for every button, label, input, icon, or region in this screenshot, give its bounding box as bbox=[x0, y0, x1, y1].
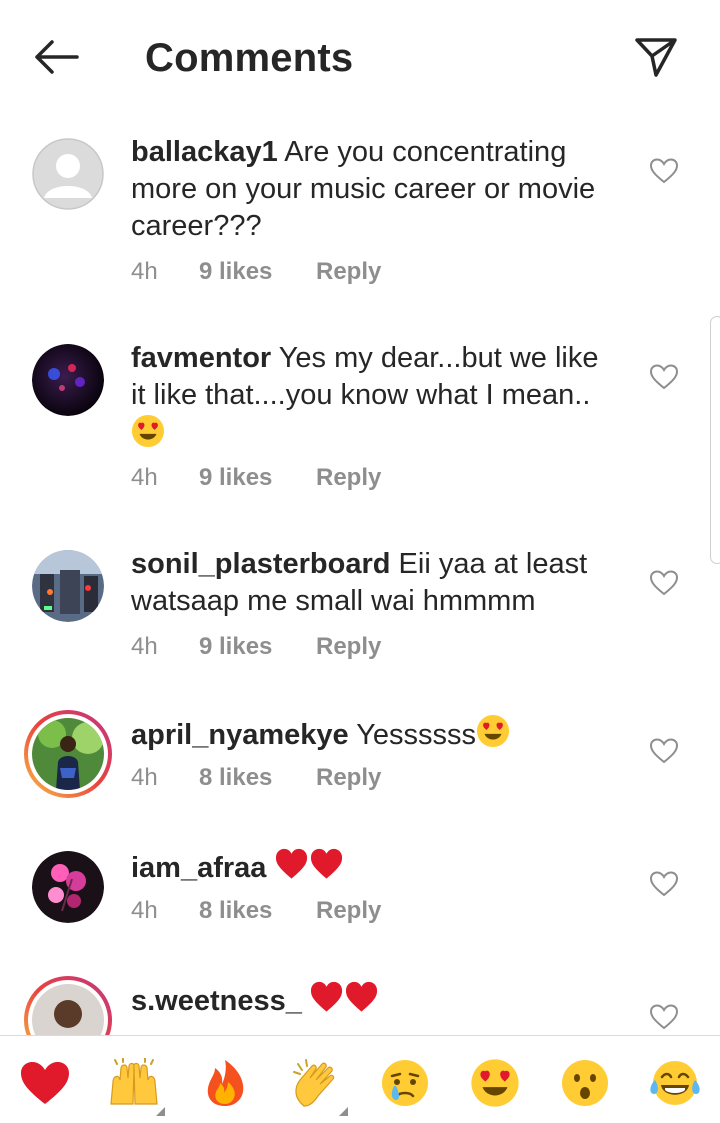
arrow-left-icon bbox=[35, 40, 79, 74]
tears-of-joy-icon bbox=[650, 1061, 700, 1105]
comment-time: 4h bbox=[131, 897, 158, 924]
like-heart-icon[interactable] bbox=[650, 158, 678, 184]
two-red-hearts-emoji bbox=[310, 981, 378, 1012]
red-heart-icon bbox=[21, 1062, 69, 1104]
emoji-heart-eyes[interactable] bbox=[468, 1058, 522, 1108]
page-title: Comments bbox=[145, 36, 354, 80]
comment-text: april_nyamekye Yessssss bbox=[131, 714, 611, 754]
comment-meta: 4h 8 likes Reply bbox=[131, 897, 381, 925]
comments-list[interactable]: ballackay1 Are you concentrating more on… bbox=[0, 118, 720, 1035]
emoji-crying-face[interactable] bbox=[378, 1058, 432, 1108]
comment-username[interactable]: favmentor bbox=[131, 342, 271, 374]
comment-time: 4h bbox=[131, 464, 158, 491]
comment-time: 4h bbox=[131, 633, 158, 660]
heart-eyes-icon bbox=[471, 1059, 519, 1107]
avatar[interactable] bbox=[32, 851, 104, 923]
back-button[interactable] bbox=[30, 34, 82, 80]
comment-text: ballackay1 Are you concentrating more on… bbox=[131, 134, 611, 245]
comment-meta: 4h 9 likes Reply bbox=[131, 633, 381, 661]
emoji-raising-hands[interactable] bbox=[107, 1058, 165, 1116]
reply-button[interactable]: Reply bbox=[316, 764, 381, 792]
avatar[interactable] bbox=[32, 344, 104, 416]
avatar-story-ring[interactable] bbox=[24, 976, 112, 1035]
comment-username[interactable]: s.weetness_ bbox=[131, 985, 302, 1017]
comment-likes[interactable]: 9 likes bbox=[199, 464, 316, 492]
header: Comments bbox=[0, 0, 720, 118]
clapping-hands-icon bbox=[293, 1059, 335, 1107]
comment-time: 4h bbox=[131, 764, 158, 791]
share-button[interactable] bbox=[630, 32, 682, 82]
heart-eyes-emoji bbox=[131, 414, 165, 448]
comment-text: sonil_plasterboard Eii yaa at least wats… bbox=[131, 546, 611, 620]
emoji-tears-of-joy[interactable] bbox=[648, 1058, 702, 1108]
like-heart-icon[interactable] bbox=[650, 570, 678, 596]
emoji-red-heart[interactable] bbox=[18, 1058, 72, 1108]
comment-likes[interactable]: 9 likes bbox=[199, 633, 316, 661]
avatar[interactable] bbox=[32, 138, 104, 210]
comment-likes[interactable]: 9 likes bbox=[199, 258, 316, 286]
comment-text: favmentor Yes my dear...but we like it l… bbox=[131, 340, 611, 454]
comment-likes[interactable]: 8 likes bbox=[199, 764, 316, 792]
emoji-fire[interactable] bbox=[198, 1058, 252, 1108]
reply-button[interactable]: Reply bbox=[316, 897, 381, 925]
comment-meta: 4h 9 likes Reply bbox=[131, 258, 381, 286]
skin-tone-variant-indicator bbox=[339, 1107, 348, 1116]
like-heart-icon[interactable] bbox=[650, 1004, 678, 1030]
comment-meta: 4h 8 likes Reply bbox=[131, 764, 381, 792]
two-red-hearts-emoji bbox=[275, 848, 342, 879]
scrollbar-handle[interactable] bbox=[710, 316, 720, 564]
emoji-clapping-hands[interactable] bbox=[290, 1058, 348, 1116]
comment-body: Yessssss bbox=[356, 719, 477, 751]
comment-time: 4h bbox=[131, 258, 158, 285]
comment-username[interactable]: ballackay1 bbox=[131, 136, 278, 168]
raising-hands-icon bbox=[110, 1058, 158, 1105]
comment-text: iam_afraa bbox=[131, 847, 611, 887]
comment-meta: 4h 9 likes Reply bbox=[131, 464, 381, 492]
fire-icon bbox=[207, 1060, 244, 1106]
heart-eyes-emoji bbox=[476, 714, 510, 748]
avatar[interactable] bbox=[32, 550, 104, 622]
reply-button[interactable]: Reply bbox=[316, 258, 381, 286]
comment-username[interactable]: april_nyamekye bbox=[131, 719, 349, 751]
surprised-face-icon bbox=[562, 1060, 608, 1106]
reply-button[interactable]: Reply bbox=[316, 633, 381, 661]
paper-plane-icon bbox=[635, 38, 677, 77]
like-heart-icon[interactable] bbox=[650, 738, 678, 764]
like-heart-icon[interactable] bbox=[650, 871, 678, 897]
crying-face-icon bbox=[382, 1060, 428, 1106]
avatar-story-ring[interactable] bbox=[24, 710, 112, 798]
like-heart-icon[interactable] bbox=[650, 364, 678, 390]
comment-username[interactable]: sonil_plasterboard bbox=[131, 548, 390, 580]
comment-text: s.weetness_ bbox=[131, 980, 611, 1020]
reply-button[interactable]: Reply bbox=[316, 464, 381, 492]
skin-tone-variant-indicator bbox=[156, 1107, 165, 1116]
emoji-surprised-face[interactable] bbox=[558, 1058, 612, 1108]
comment-username[interactable]: iam_afraa bbox=[131, 852, 266, 884]
comment-likes[interactable]: 8 likes bbox=[199, 897, 316, 925]
quick-emoji-bar bbox=[0, 1035, 720, 1123]
